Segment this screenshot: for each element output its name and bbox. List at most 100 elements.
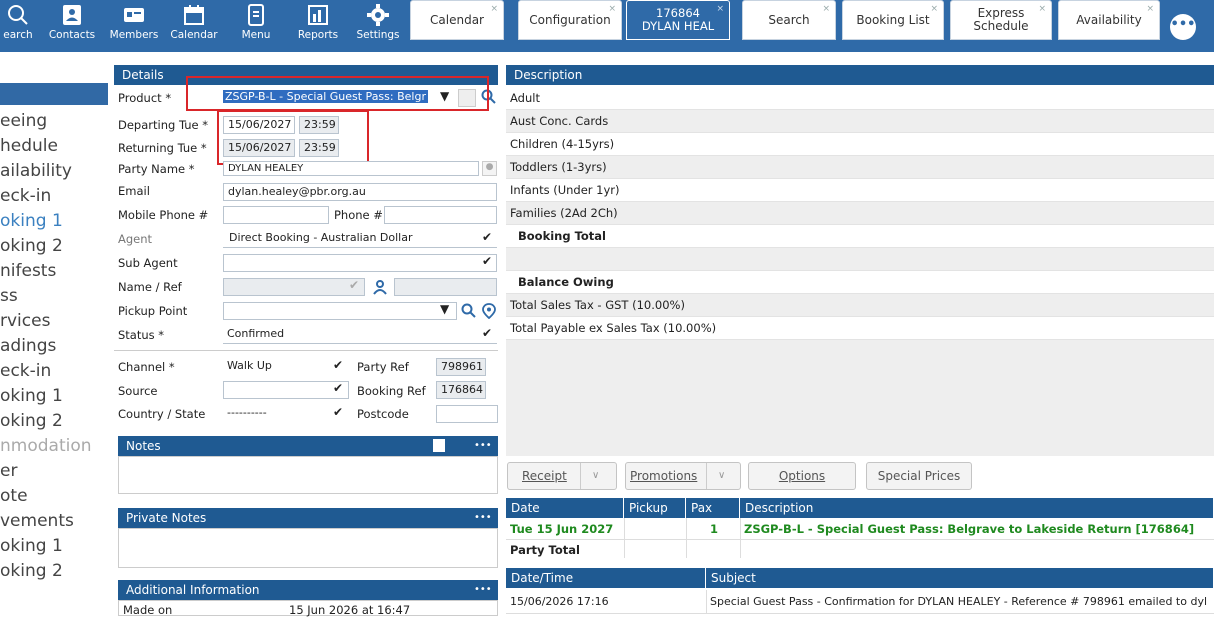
ref-input[interactable] [394, 278, 497, 296]
tab-search[interactable]: Search × [742, 0, 836, 40]
contacts-toolbar-button[interactable]: Contacts [46, 4, 98, 50]
receipt-button[interactable]: Receipt ∨ [507, 462, 617, 490]
sidebar-item[interactable]: er [0, 461, 17, 481]
table-row[interactable]: 15/06/2026 17:16 Special Guest Pass - Co… [506, 590, 1214, 614]
sidebar-item[interactable]: oking 2 [0, 236, 63, 256]
calendar-toolbar-label: Calendar [170, 29, 218, 41]
sidebar-item[interactable]: oking 2 [0, 411, 63, 431]
sidebar-item[interactable]: ss [0, 286, 18, 306]
tab-configuration[interactable]: Configuration × [518, 0, 622, 40]
sidebar-item[interactable]: rvices [0, 311, 50, 331]
document-icon[interactable] [432, 438, 446, 453]
email-input[interactable]: dylan.healey@pbr.org.au [223, 183, 497, 201]
table-row[interactable]: Tue 15 Jun 2027 1 ZSGP-B-L - Special Gue… [506, 518, 1214, 558]
payable-row: Total Payable ex Sales Tax (10.00%) [506, 317, 1214, 340]
calendar-toolbar-button[interactable]: Calendar [168, 4, 220, 50]
postcode-input[interactable] [436, 405, 498, 423]
tab-calendar[interactable]: Calendar × [410, 0, 504, 40]
more-options-icon[interactable]: ••• [474, 580, 492, 600]
tab-express-schedule[interactable]: Express Schedule × [950, 0, 1052, 40]
channel-select[interactable]: Walk Up [223, 358, 349, 376]
sidebar-item[interactable]: nifests [0, 261, 56, 281]
sidebar-item[interactable]: oking 2 [0, 561, 63, 581]
tab-label: 176864 DYLAN HEAL [641, 6, 715, 33]
booking-ref-label: Booking Ref [357, 384, 426, 398]
contacts-lookup-icon[interactable]: ● [482, 161, 497, 176]
close-icon[interactable]: × [930, 3, 938, 16]
tab-booking-176864[interactable]: 176864 DYLAN HEAL × [626, 0, 730, 40]
chevron-down-icon[interactable]: ✔ [482, 326, 492, 340]
map-pin-icon[interactable] [482, 303, 496, 319]
calendar-icon [184, 5, 204, 25]
search-icon[interactable] [461, 303, 477, 319]
chevron-down-icon[interactable]: ∨ [592, 463, 599, 489]
search-toolbar-button[interactable]: earch [0, 4, 36, 50]
more-options-icon[interactable]: ••• [1170, 14, 1196, 40]
members-toolbar-button[interactable]: Members [106, 4, 162, 50]
promotions-label: Promotions [630, 469, 698, 483]
row-pax: 1 [710, 522, 719, 536]
chevron-down-icon[interactable]: ✔ [482, 254, 492, 268]
options-button[interactable]: Options [748, 462, 856, 490]
more-options-icon[interactable]: ••• [474, 508, 492, 528]
description-empty-area [506, 340, 1214, 456]
settings-toolbar-button[interactable]: Settings [354, 4, 402, 50]
contacts-icon [63, 5, 81, 25]
made-on-label: Made on [123, 603, 173, 617]
sidebar-item-active[interactable]: oking 1 [0, 211, 63, 231]
mobile-phone-input[interactable] [223, 206, 329, 224]
country-select[interactable]: ---------- [223, 405, 349, 423]
phone-input[interactable] [384, 206, 497, 224]
promotions-button[interactable]: Promotions ∨ [625, 462, 741, 490]
special-prices-label: Special Prices [877, 469, 961, 483]
tab-availability[interactable]: Availability × [1058, 0, 1160, 40]
gst-row: Total Sales Tax - GST (10.00%) [506, 294, 1214, 317]
split-divider [706, 463, 707, 489]
sidebar-item[interactable]: oking 1 [0, 386, 63, 406]
sidebar-item[interactable]: eeing [0, 111, 47, 131]
tab-label: Configuration [529, 12, 611, 27]
sidebar-item[interactable]: ailability [0, 161, 72, 181]
status-select[interactable]: Confirmed [223, 326, 497, 344]
close-icon[interactable]: × [1038, 3, 1046, 16]
close-icon[interactable]: × [1146, 3, 1154, 16]
sidebar-item[interactable]: ote [0, 486, 28, 506]
close-icon[interactable]: × [716, 3, 724, 16]
sub-agent-select[interactable] [223, 254, 497, 272]
additional-info-header: Additional Information [118, 580, 498, 600]
description-row: Aust Conc. Cards [506, 110, 1214, 133]
party-name-input[interactable]: DYLAN HEALEY [223, 161, 479, 176]
agent-select[interactable]: Direct Booking - Australian Dollar [223, 230, 497, 248]
chevron-down-icon[interactable]: ✔ [333, 358, 343, 372]
name-select[interactable] [223, 278, 365, 296]
source-select[interactable] [223, 381, 349, 399]
menu-toolbar-button[interactable]: Menu [236, 4, 276, 50]
chevron-down-icon[interactable]: ∨ [718, 463, 725, 489]
pickup-point-select[interactable] [223, 302, 457, 320]
reports-toolbar-button[interactable]: Reports [294, 4, 342, 50]
sidebar-item[interactable]: adings [0, 336, 56, 356]
sidebar-item[interactable]: eck-in [0, 186, 51, 206]
person-icon[interactable] [372, 279, 388, 295]
sidebar-item[interactable]: oking 1 [0, 536, 63, 556]
chevron-down-icon[interactable]: ✔ [333, 381, 343, 395]
chevron-down-icon[interactable]: ▼ [440, 302, 449, 316]
private-notes-area[interactable] [118, 528, 498, 568]
close-icon[interactable]: × [822, 3, 830, 16]
more-options-icon[interactable]: ••• [474, 436, 492, 456]
close-icon[interactable]: × [608, 3, 616, 16]
notes-area[interactable] [118, 456, 498, 494]
tab-booking-list[interactable]: Booking List × [842, 0, 944, 40]
sidebar-item[interactable]: eck-in [0, 361, 51, 381]
members-card-icon [124, 8, 144, 22]
sidebar-item[interactable]: hedule [0, 136, 58, 156]
chevron-down-icon[interactable]: ✔ [482, 230, 492, 244]
close-icon[interactable]: × [490, 3, 498, 16]
description-row: Children (4-15yrs) [506, 133, 1214, 156]
sidebar-item[interactable]: vements [0, 511, 74, 531]
special-prices-button[interactable]: Special Prices [866, 462, 972, 490]
chevron-down-icon[interactable]: ✔ [333, 405, 343, 419]
chevron-down-icon[interactable]: ✔ [349, 278, 359, 292]
agent-label: Agent [118, 232, 153, 246]
receipt-label: Receipt [522, 469, 567, 483]
